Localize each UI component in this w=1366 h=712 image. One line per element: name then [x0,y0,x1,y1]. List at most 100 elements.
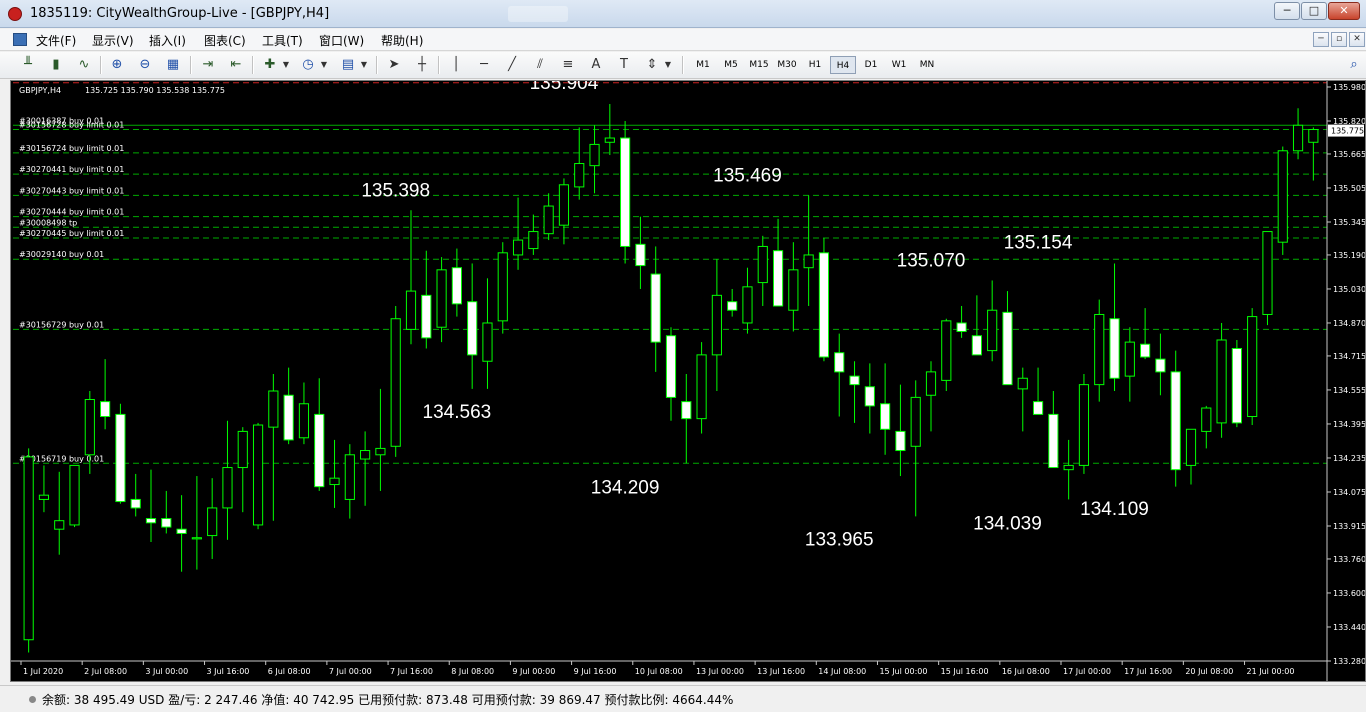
bull-candle [69,464,80,526]
time-tick-label: 16 Jul 08:00 [1002,667,1050,676]
bull-candle [1124,341,1135,377]
bear-candle [681,401,692,420]
bull-candle [436,269,447,328]
child-restore-button[interactable]: ▫ [1331,32,1347,47]
bear-candle [880,403,891,430]
tile-windows-icon[interactable]: ▦ [163,55,183,75]
bear-candle [161,518,172,528]
timeframe-m1[interactable]: M1 [690,56,716,74]
menu-tools[interactable]: 工具(T) [262,32,303,49]
minimize-button[interactable]: ─ [1274,2,1300,20]
templates-dropdown-icon[interactable]: ▼ [359,55,369,75]
chart-window-icon[interactable] [13,33,27,46]
bear-candle [650,273,661,343]
zoom-out-icon[interactable]: ⊖ [135,55,155,75]
bull-candle [405,290,417,330]
periods-dropdown-icon[interactable]: ▼ [319,55,329,75]
bear-candle [834,352,845,373]
bear-candle [1032,401,1044,415]
time-tick-label: 7 Jul 00:00 [329,667,372,676]
order-label: #30270443 buy limit 0.01 [19,186,124,195]
bear-candle [1048,413,1059,469]
bull-candle [512,239,524,256]
price-tick-label: 135.665 [1333,150,1365,159]
bear-candle [115,413,126,503]
time-tick-label: 9 Jul 00:00 [512,667,555,676]
arrows-icon[interactable]: ⇕ [642,55,662,75]
text-tool-icon[interactable]: A [586,55,606,75]
arrows-dropdown-icon[interactable]: ▼ [663,55,673,75]
indicators-dropdown-icon[interactable]: ▼ [281,55,291,75]
bull-candle [543,205,554,235]
auto-scroll-icon[interactable]: ⇥ [198,55,218,75]
bull-candle [910,396,921,447]
menu-view[interactable]: 显示(V) [92,32,134,49]
bull-candle [54,520,65,530]
cursor-icon[interactable]: ➤ [384,55,404,75]
chart-shift-icon[interactable]: ⇤ [226,55,246,75]
menu-file[interactable]: 文件(F) [36,32,76,49]
price-tick-label: 134.715 [1333,352,1365,361]
child-minimize-button[interactable]: ─ [1313,32,1329,47]
trendline-icon[interactable]: ╱ [502,55,522,75]
window-title: 1835119: CityWealthGroup-Live - [GBPJPY,… [30,6,330,21]
bear-candle [620,137,631,247]
ghost-tab [508,6,568,22]
bear-candle [635,243,646,267]
price-tick-label: 133.280 [1333,657,1365,666]
bear-candle [176,528,187,534]
timeframe-m15[interactable]: M15 [746,56,772,74]
time-tick-label: 10 Jul 08:00 [635,667,683,676]
search-icon[interactable]: ⌕ [1344,55,1364,75]
maximize-button[interactable]: □ [1301,2,1327,20]
timeframe-m5[interactable]: M5 [718,56,744,74]
time-tick-label: 20 Jul 08:00 [1185,667,1233,676]
child-close-button[interactable]: ✕ [1349,32,1365,47]
bull-candle [604,137,615,143]
horizontal-line-icon[interactable]: ─ [474,55,494,75]
crosshair-icon[interactable]: ┼ [412,55,432,75]
bull-candle [84,399,95,456]
bull-candle [558,184,570,226]
price-tick-label: 134.075 [1333,488,1365,497]
line-chart-icon[interactable]: ∿ [74,55,94,75]
templates-icon[interactable]: ▤ [338,55,358,75]
order-label: #30156728 buy limit 0.01 [19,121,124,130]
price-chart[interactable]: #30016387 buy 0.01#30156728 buy limit 0.… [11,73,1366,681]
bull-candle [1216,339,1227,424]
timeframe-h4[interactable]: H4 [830,56,856,74]
menu-window[interactable]: 窗口(W) [319,32,364,49]
candlestick-chart-icon[interactable]: ▮ [46,55,66,75]
menu-help[interactable]: 帮助(H) [381,32,423,49]
timeframe-d1[interactable]: D1 [858,56,884,74]
zoom-in-icon[interactable]: ⊕ [107,55,127,75]
bar-chart-icon[interactable]: ╨ [18,55,38,75]
bull-candle [497,252,508,322]
menu-insert[interactable]: 插入(I) [149,32,186,49]
bull-candle [360,450,371,460]
order-label: #30270441 buy limit 0.01 [19,165,124,174]
fibonacci-icon[interactable]: ≡ [558,55,578,75]
bull-candle [528,231,539,250]
vertical-line-icon[interactable]: │ [446,55,466,75]
order-label: #30270445 buy limit 0.01 [19,229,124,238]
order-label: #30270444 buy limit 0.01 [19,208,124,217]
chart-window[interactable]: #30016387 buy 0.01 #30156728 buy limit 0.… [10,73,1366,682]
equidistant-channel-icon[interactable]: ⫽ [530,55,550,75]
price-tick-label: 133.915 [1333,522,1365,531]
indicators-icon[interactable]: ✚ [260,55,280,75]
timeframe-w1[interactable]: W1 [886,56,912,74]
price-annotation: 134.109 [1080,499,1149,520]
timeframe-mn[interactable]: MN [914,56,940,74]
bear-candle [421,294,432,339]
timeframe-m30[interactable]: M30 [774,56,800,74]
price-tick-label: 133.760 [1333,555,1365,564]
close-button[interactable]: ✕ [1328,2,1360,20]
price-annotation: 135.070 [897,250,966,271]
periods-icon[interactable]: ◷ [298,55,318,75]
text-label-icon[interactable]: T [614,55,634,75]
timeframe-h1[interactable]: H1 [802,56,828,74]
price-annotation: 134.563 [423,402,492,423]
bull-candle [1247,316,1258,418]
menu-charts[interactable]: 图表(C) [204,32,246,49]
